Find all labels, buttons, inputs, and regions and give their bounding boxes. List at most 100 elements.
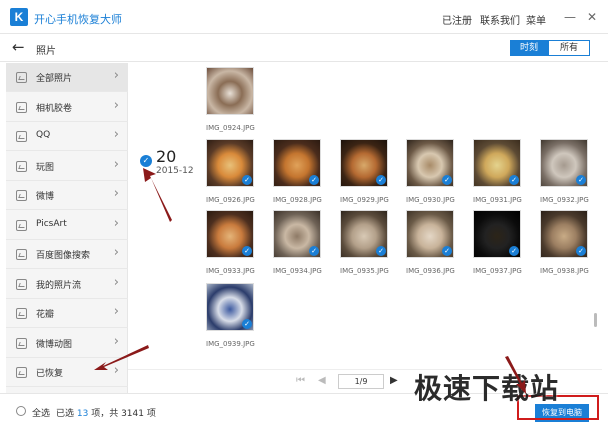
photo-thumbnail[interactable]: ✓ [340, 139, 388, 187]
first-page-icon[interactable]: ⏮ [296, 375, 305, 386]
photo-filename: IMG_0928.JPG [273, 196, 322, 204]
sidebar-item-label: 微博 [36, 192, 55, 202]
app-logo-icon: K [10, 8, 28, 26]
sidebar-item-label: 微博动图 [36, 339, 73, 350]
photo-thumbnail[interactable]: ✓ [406, 210, 454, 258]
selected-check-icon[interactable]: ✓ [309, 175, 319, 185]
selected-check-icon[interactable]: ✓ [242, 175, 252, 185]
photo-filename: IMG_0931.JPG [473, 196, 522, 204]
select-all-radio[interactable] [16, 406, 26, 416]
sidebar-item[interactable]: 全部照片 › [6, 63, 128, 92]
sidebar-item[interactable]: PicsArt › [6, 211, 128, 240]
image-icon [16, 190, 27, 201]
minimize-icon[interactable]: — [562, 9, 578, 25]
image-icon [16, 337, 27, 349]
chevron-right-icon: › [113, 97, 119, 113]
contact-us-link[interactable]: 联系我们 [480, 12, 520, 27]
sidebar-item[interactable]: 微博 › [6, 181, 128, 210]
sidebar-item[interactable]: 相机胶卷 › [6, 93, 128, 122]
photo-thumbnail[interactable]: ✓ [406, 139, 454, 187]
photo-thumbnail[interactable]: ✓ [340, 210, 388, 258]
selected-check-icon[interactable]: ✓ [309, 246, 319, 256]
photo-thumbnail[interactable]: ✓ [206, 283, 254, 331]
photo-filename: IMG_0926.JPG [206, 196, 255, 204]
tab-all[interactable]: 所有 [548, 40, 590, 56]
registered-link[interactable]: 已注册 [442, 12, 472, 27]
image-icon [16, 367, 27, 378]
photo-thumbnail[interactable]: ✓ [540, 210, 588, 258]
photo-thumbnail[interactable]: ✓ [473, 210, 521, 258]
sidebar-item[interactable]: QQ › [6, 122, 128, 151]
sidebar-item-label: PicsArt [36, 218, 67, 229]
date-month: 2015-12 [156, 166, 194, 176]
sidebar-item-label: 百度图像搜索 [36, 251, 91, 261]
nav-bar: ← 照片 时刻 所有 [0, 34, 608, 62]
photo-filename: IMG_0935.JPG [340, 267, 389, 275]
prev-page-icon[interactable]: ◀ [318, 375, 326, 386]
selected-check-icon[interactable]: ✓ [509, 246, 519, 256]
photo-filename: IMG_0938.JPG [540, 267, 589, 275]
next-page-icon[interactable]: ▶ [390, 375, 398, 386]
sidebar-item[interactable]: 花瓣 › [6, 299, 128, 328]
sidebar-item[interactable]: 微博动图 › [6, 329, 128, 358]
photo-filename: IMG_0934.JPG [273, 267, 322, 275]
photo-filename: IMG_0929.JPG [340, 196, 389, 204]
sidebar-item-label: 全部照片 [36, 74, 73, 84]
chevron-right-icon: › [113, 215, 119, 231]
selected-check-icon[interactable]: ✓ [442, 246, 452, 256]
chevron-right-icon: › [113, 245, 119, 260]
selection-status: 已选 13 项，共 3141 项 [56, 406, 156, 419]
sidebar-item[interactable]: 我的照片流 › [6, 270, 128, 299]
image-icon [16, 249, 27, 260]
image-icon [16, 278, 27, 290]
watermark: 极速下载站 [414, 372, 560, 405]
document-icon [16, 72, 27, 83]
selected-check-icon[interactable]: ✓ [576, 246, 586, 256]
sidebar-item[interactable]: 百度图像搜索 › [6, 240, 128, 269]
close-icon[interactable]: ✕ [584, 9, 600, 25]
photo-filename: IMG_0924.JPG [206, 124, 255, 132]
photo-thumbnail[interactable]: ✓ [273, 210, 321, 258]
sidebar-item[interactable]: 玩图 › [6, 152, 128, 181]
sidebar-item-label: 我的照片流 [36, 280, 82, 291]
menu-link[interactable]: 菜单 [526, 12, 546, 27]
photo-thumbnail[interactable]: ✓ [206, 139, 254, 187]
selected-check-icon[interactable]: ✓ [576, 175, 586, 185]
sidebar-item[interactable]: 已恢复 › [6, 358, 128, 387]
selected-check-icon[interactable]: ✓ [509, 175, 519, 185]
chevron-right-icon: › [113, 363, 119, 378]
photo-filename: IMG_0939.JPG [206, 340, 255, 348]
date-group-check-icon[interactable]: ✓ [140, 155, 152, 167]
selected-check-icon[interactable]: ✓ [442, 175, 452, 185]
photo-thumbnail[interactable] [206, 67, 254, 115]
selected-check-icon[interactable]: ✓ [242, 246, 252, 256]
album-sidebar: 全部照片 › 相机胶卷 › QQ › 玩图 › 微博 › PicsArt › 百度图像搜索 › 我的照片流 ›… [6, 63, 128, 393]
sidebar-item-label: 已恢复 [36, 369, 64, 379]
selected-prefix: 已选 [56, 409, 75, 419]
image-icon [16, 131, 27, 142]
tab-moments[interactable]: 时刻 [510, 40, 548, 56]
selected-check-icon[interactable]: ✓ [376, 175, 386, 185]
photo-thumbnail[interactable]: ✓ [473, 139, 521, 187]
back-arrow-icon[interactable]: ← [12, 38, 25, 56]
photo-filename: IMG_0930.JPG [406, 196, 455, 204]
chevron-right-icon: › [113, 186, 119, 201]
page-input[interactable]: 1/9 [338, 374, 384, 389]
scrollbar-thumb[interactable] [594, 313, 597, 327]
photo-thumbnail[interactable]: ✓ [206, 210, 254, 258]
image-icon [16, 219, 27, 231]
chevron-right-icon: › [113, 68, 119, 83]
photo-thumbnail[interactable]: ✓ [273, 139, 321, 187]
page-title: 照片 [36, 46, 56, 57]
selected-check-icon[interactable]: ✓ [242, 319, 252, 329]
selected-count: 13 [76, 409, 89, 419]
chevron-right-icon: › [113, 333, 119, 349]
sidebar-item-label: QQ [36, 130, 51, 140]
selected-suffix: 项，共 3141 项 [91, 409, 156, 419]
sidebar-item-label: 玩图 [36, 162, 55, 173]
photo-thumbnail[interactable]: ✓ [540, 139, 588, 187]
chevron-right-icon: › [113, 127, 119, 142]
photo-filename: IMG_0932.JPG [540, 196, 589, 204]
selected-check-icon[interactable]: ✓ [376, 246, 386, 256]
photo-filename: IMG_0937.JPG [473, 267, 522, 275]
